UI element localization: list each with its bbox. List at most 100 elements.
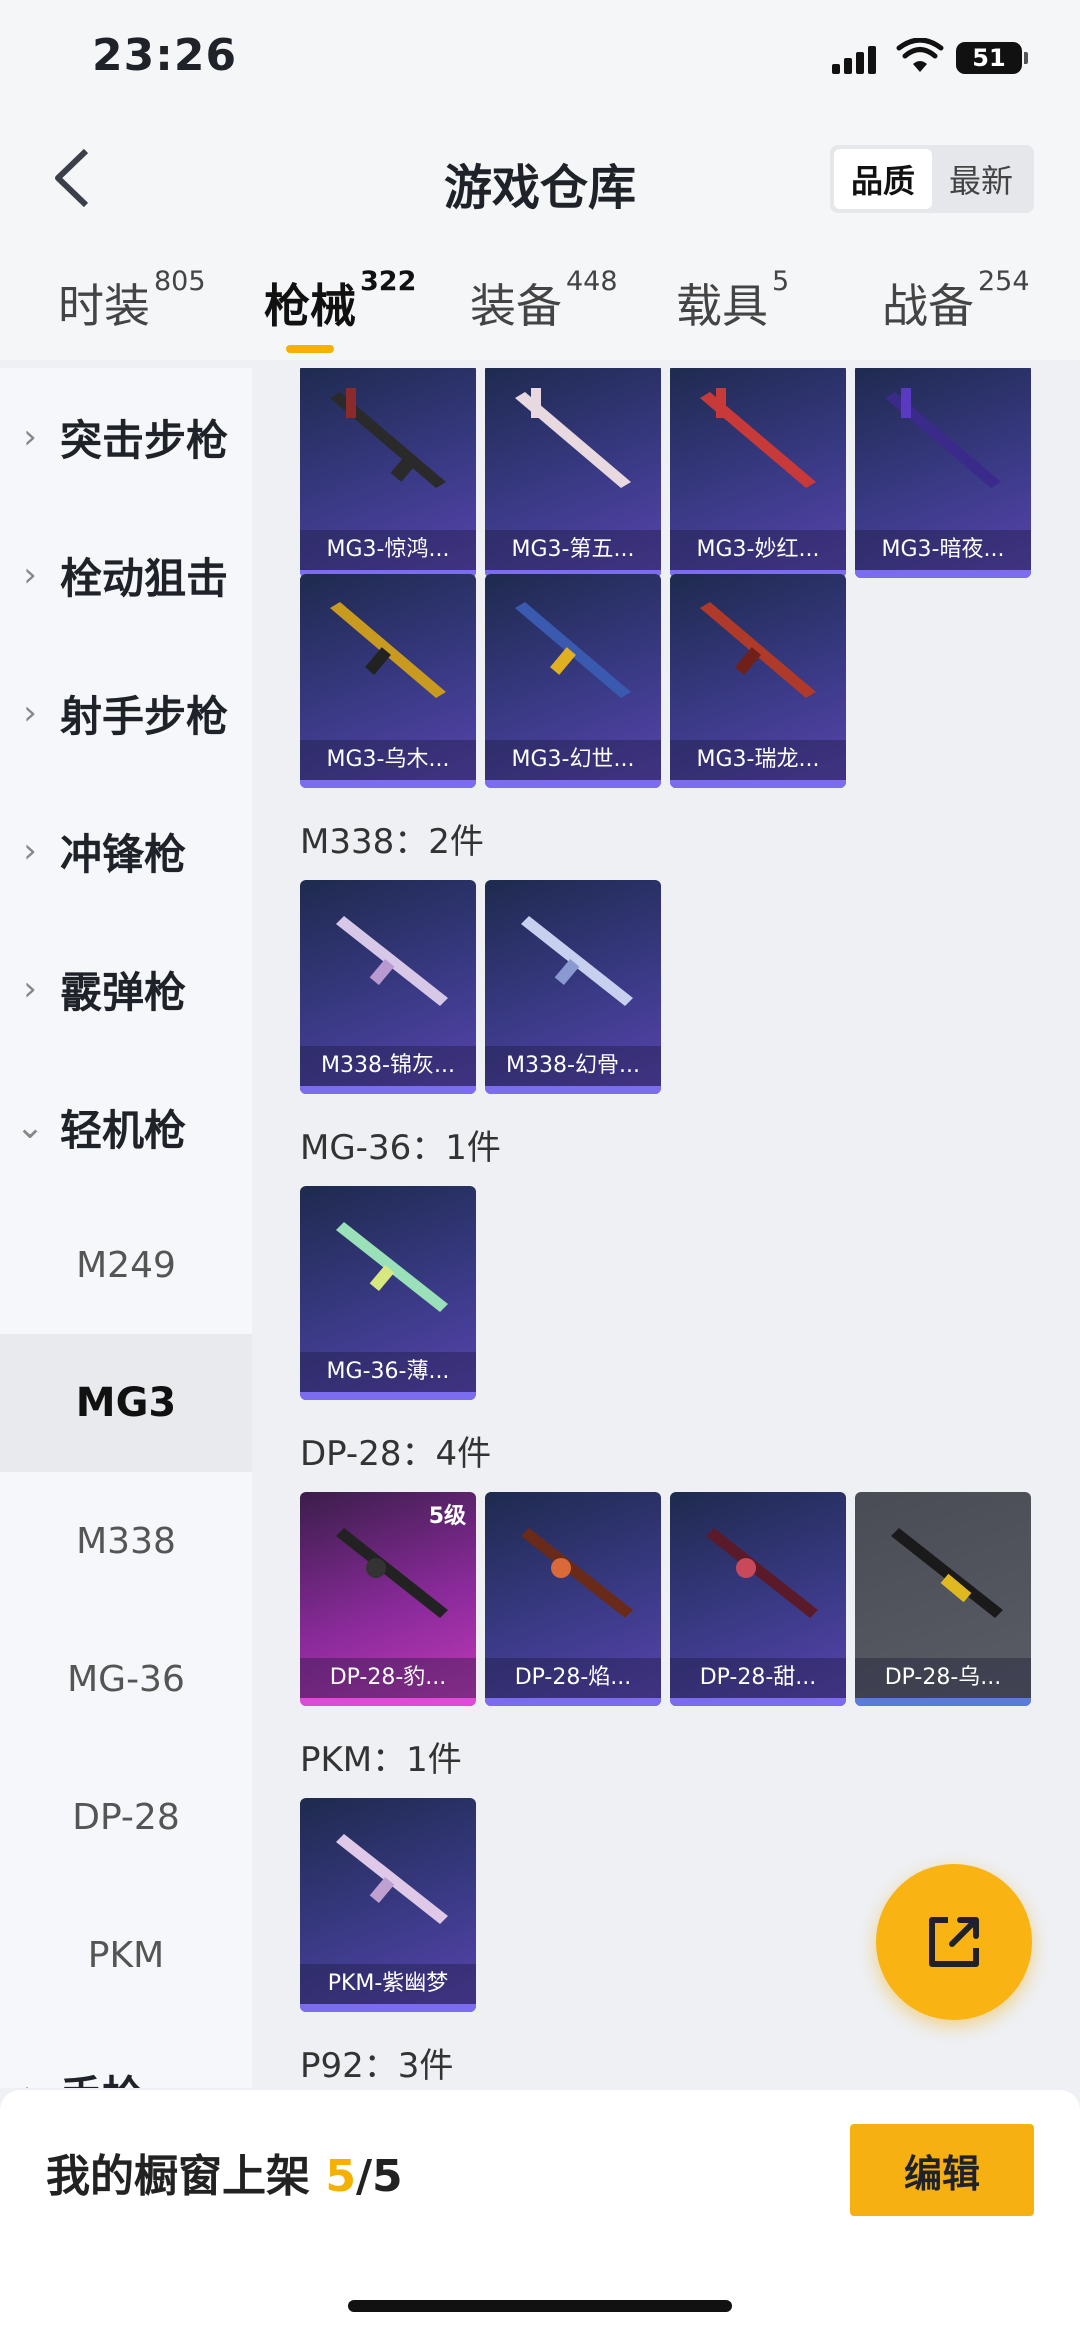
rarity-bar bbox=[670, 780, 846, 788]
weapon-card[interactable]: MG3-幻世... bbox=[485, 574, 661, 788]
weapon-card[interactable]: MG3-妙红... bbox=[670, 368, 846, 578]
sidebar-item-label: 手枪 bbox=[60, 2063, 144, 2089]
weapon-name: MG3-乌木... bbox=[300, 740, 476, 780]
group-heading-m338: M338：2件 bbox=[300, 822, 484, 862]
sidebar-sub-m249[interactable]: M249 bbox=[0, 1196, 252, 1334]
weapon-grid: MG3-惊鸿... MG3-第五... MG3-妙红... MG3-暗夜... … bbox=[252, 368, 1080, 2088]
weapon-name: PKM-紫幽梦 bbox=[300, 1964, 476, 2004]
rarity-bar bbox=[485, 780, 661, 788]
chevron-right-icon: › bbox=[23, 555, 37, 595]
tab-count: 805 bbox=[154, 266, 206, 297]
sidebar-item-smg[interactable]: › 冲锋枪 bbox=[0, 782, 252, 920]
status-bar: 23:26 51 bbox=[0, 0, 1080, 120]
weapon-card[interactable]: MG-36-薄... bbox=[300, 1186, 476, 1400]
rarity-bar bbox=[300, 780, 476, 788]
weapon-card[interactable]: MG3-惊鸿... bbox=[300, 368, 476, 578]
edit-button[interactable]: 编辑 bbox=[850, 2124, 1034, 2216]
weapon-name: DP-28-焰... bbox=[485, 1658, 661, 1698]
tab-supplies[interactable]: 战备 254 bbox=[882, 266, 1030, 336]
weapon-name: MG3-惊鸿... bbox=[300, 530, 476, 570]
rarity-bar bbox=[670, 1698, 846, 1706]
rarity-bar bbox=[300, 1392, 476, 1400]
weapon-card[interactable]: DP-28-焰... bbox=[485, 1492, 661, 1706]
sidebar-sub-dp28[interactable]: DP-28 bbox=[0, 1748, 252, 1886]
sidebar-item-label: 轻机枪 bbox=[60, 1105, 187, 1155]
tab-count: 5 bbox=[772, 266, 790, 297]
active-tab-indicator bbox=[286, 345, 334, 353]
weapon-name: DP-28-乌... bbox=[855, 1658, 1031, 1698]
sidebar-item-assault-rifle[interactable]: › 突击步枪 bbox=[0, 368, 252, 506]
sidebar-sub-pkm[interactable]: PKM bbox=[0, 1886, 252, 2024]
weapon-card[interactable]: 5级 DP-28-豹... bbox=[300, 1492, 476, 1706]
weapon-card[interactable]: DP-28-甜... bbox=[670, 1492, 846, 1706]
sidebar-item-label: 栓动狙击 bbox=[60, 553, 229, 603]
sidebar-item-marksman-rifle[interactable]: › 射手步枪 bbox=[0, 644, 252, 782]
sidebar-sub-mg3[interactable]: MG3 bbox=[0, 1334, 252, 1472]
machine-gun-icon bbox=[521, 1528, 633, 1618]
sidebar-item-bolt-sniper[interactable]: › 栓动狙击 bbox=[0, 506, 252, 644]
tab-equipment[interactable]: 装备 448 bbox=[470, 266, 618, 336]
rarity-bar bbox=[855, 570, 1031, 578]
sidebar-sub-m338[interactable]: M338 bbox=[0, 1472, 252, 1610]
group-heading-mg36: MG-36：1件 bbox=[300, 1128, 501, 1168]
machine-gun-icon bbox=[515, 388, 631, 488]
machine-gun-icon bbox=[885, 388, 1001, 488]
machine-gun-icon bbox=[706, 1528, 818, 1618]
rarity-bar bbox=[300, 2004, 476, 2012]
chevron-right-icon: › bbox=[23, 831, 37, 871]
weapon-card[interactable]: M338-锦灰... bbox=[300, 880, 476, 1094]
weapon-name: MG3-幻世... bbox=[485, 740, 661, 780]
weapon-card[interactable]: MG3-瑞龙... bbox=[670, 574, 846, 788]
machine-gun-icon bbox=[700, 388, 816, 488]
tab-label: 装备 bbox=[470, 279, 562, 333]
tab-fashion[interactable]: 时装 805 bbox=[58, 266, 206, 336]
sidebar-item-pistol[interactable]: ›手枪 bbox=[0, 2024, 252, 2089]
chevron-right-icon: › bbox=[23, 969, 37, 1009]
machine-gun-icon bbox=[336, 1528, 448, 1618]
weapon-card[interactable]: DP-28-乌... bbox=[855, 1492, 1031, 1706]
weapon-name: MG3-暗夜... bbox=[855, 530, 1031, 570]
weapon-name: M338-锦灰... bbox=[300, 1046, 476, 1086]
tab-label: 时装 bbox=[58, 279, 150, 333]
weapon-card[interactable]: MG3-暗夜... bbox=[855, 368, 1031, 578]
showcase-label: 我的橱窗上架 bbox=[46, 2151, 326, 2202]
sort-quality-button[interactable]: 品质 bbox=[834, 149, 932, 209]
weapon-card[interactable]: MG3-乌木... bbox=[300, 574, 476, 788]
rarity-bar bbox=[855, 1698, 1031, 1706]
tab-label: 载具 bbox=[676, 279, 768, 333]
share-button[interactable] bbox=[876, 1864, 1032, 2020]
sidebar-sub-mg36[interactable]: MG-36 bbox=[0, 1610, 252, 1748]
weapon-name: MG3-第五... bbox=[485, 530, 661, 570]
tab-guns[interactable]: 枪械 322 bbox=[264, 266, 416, 336]
machine-gun-icon bbox=[515, 602, 631, 698]
showcase-total: /5 bbox=[355, 2151, 403, 2202]
machine-gun-icon bbox=[891, 1528, 1003, 1618]
cellular-signal-icon bbox=[832, 44, 878, 74]
machine-gun-icon bbox=[330, 388, 446, 488]
weapon-category-sidebar: › 突击步枪 › 栓动狙击 › 射手步枪 › 冲锋枪 › 霰弹枪 ⌄ 轻机枪 M249 MG… bbox=[0, 368, 252, 2088]
tab-count: 322 bbox=[360, 266, 417, 297]
rifle-icon bbox=[521, 916, 633, 1006]
sidebar-item-lmg[interactable]: ⌄ 轻机枪 bbox=[0, 1058, 252, 1196]
tab-label: 战备 bbox=[882, 279, 974, 333]
sidebar-item-shotgun[interactable]: › 霰弹枪 bbox=[0, 920, 252, 1058]
weapon-name: DP-28-豹... bbox=[300, 1658, 476, 1698]
home-indicator[interactable] bbox=[348, 2300, 732, 2312]
battery-icon: 51 bbox=[956, 42, 1028, 74]
tab-vehicles[interactable]: 载具 5 bbox=[676, 266, 789, 336]
weapon-name: MG-36-薄... bbox=[300, 1352, 476, 1392]
weapon-card[interactable]: PKM-紫幽梦 bbox=[300, 1798, 476, 2012]
sidebar-item-label: 霰弹枪 bbox=[60, 967, 187, 1017]
weapon-card[interactable]: M338-幻骨... bbox=[485, 880, 661, 1094]
group-heading-pkm: PKM：1件 bbox=[300, 1740, 462, 1780]
category-tabs: 时装 805 枪械 322 装备 448 载具 5 战备 254 bbox=[0, 266, 1080, 350]
weapon-card[interactable]: MG3-第五... bbox=[485, 368, 661, 578]
machine-gun-icon bbox=[330, 602, 446, 698]
machine-gun-icon bbox=[700, 602, 816, 698]
sort-latest-button[interactable]: 最新 bbox=[932, 149, 1030, 209]
machine-gun-icon bbox=[336, 1834, 448, 1924]
rarity-bar bbox=[300, 1698, 476, 1706]
showcase-count: 5 bbox=[325, 2151, 356, 2202]
sort-toggle: 品质 最新 bbox=[830, 145, 1034, 213]
rifle-icon bbox=[336, 1222, 448, 1312]
